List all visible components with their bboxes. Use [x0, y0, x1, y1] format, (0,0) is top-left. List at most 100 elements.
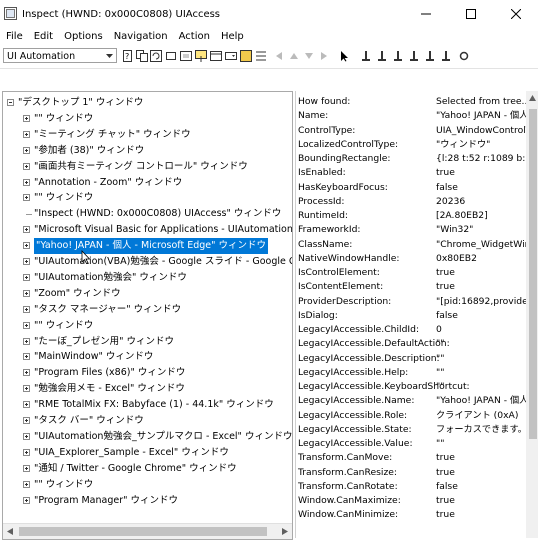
- property-row[interactable]: Window.CanMinimize: true: [296, 508, 536, 522]
- expand-icon[interactable]: [23, 417, 30, 424]
- expand-icon[interactable]: [23, 353, 30, 361]
- menu-item[interactable]: Help: [215, 28, 249, 45]
- action-5-icon[interactable]: [424, 50, 436, 62]
- expand-icon[interactable]: [23, 401, 30, 409]
- scroll-right-icon[interactable]: [282, 528, 288, 535]
- expand-icon[interactable]: [23, 305, 30, 313]
- dropdown-icon[interactable]: [225, 50, 237, 62]
- tree-item-label: "タスク マネージャー" ウィンドウ: [34, 303, 182, 315]
- property-row[interactable]: Transform.CanMove: true: [296, 451, 536, 465]
- property-row[interactable]: ControlType: UIA_WindowControlTypeId: [296, 124, 538, 138]
- action-3-icon[interactable]: [392, 50, 404, 62]
- expand-icon[interactable]: [23, 321, 30, 329]
- property-row[interactable]: BoundingRectangle: {l:28 t:52 r:1089 b:85…: [296, 152, 538, 166]
- property-row[interactable]: LegacyIAccessible.State: フォーカスできます。 (0x10…: [296, 423, 538, 437]
- action-6-icon[interactable]: [440, 50, 452, 62]
- navigate-next-icon[interactable]: [318, 50, 330, 62]
- maximize-button[interactable]: [448, 0, 493, 28]
- expand-icon[interactable]: [23, 242, 30, 250]
- rectangle-icon[interactable]: [165, 50, 177, 62]
- tree-horizontal-scrollbar[interactable]: [3, 523, 292, 539]
- property-row[interactable]: LegacyIAccessible.ChildId: 0: [296, 323, 536, 337]
- expand-icon[interactable]: [23, 385, 30, 393]
- property-row[interactable]: Transform.CanRotate: false: [296, 480, 536, 494]
- scroll-up-icon[interactable]: [529, 95, 536, 101]
- property-row[interactable]: ProcessId: 20236: [296, 195, 536, 209]
- property-row[interactable]: IsEnabled: true: [296, 166, 536, 180]
- highlight-icon[interactable]: [240, 50, 252, 62]
- element-tree[interactable]: "デスクトップ 1" ウィンドウ "" ウィンドウ "ミーティング チャット" ウィ…: [2, 91, 293, 540]
- tree-item-label: "Zoom" ウィンドウ: [34, 287, 121, 299]
- menu-item[interactable]: Navigation: [108, 28, 173, 45]
- property-row[interactable]: LegacyIAccessible.DefaultAction: "": [296, 337, 536, 351]
- property-row[interactable]: HasKeyboardFocus: false: [296, 181, 536, 195]
- tree-scroll-thumb[interactable]: [19, 527, 267, 536]
- menu-item[interactable]: File: [0, 28, 28, 45]
- property-row[interactable]: LegacyIAccessible.Role: クライアント (0xA): [296, 409, 536, 423]
- property-row[interactable]: ClassName: "Chrome_WidgetWin_1": [296, 238, 538, 252]
- property-row[interactable]: Transform.CanResize: true: [296, 466, 536, 480]
- properties-vertical-scrollbar[interactable]: [526, 91, 538, 538]
- property-row[interactable]: How found: Selected from tree...: [296, 95, 536, 109]
- copy-icon[interactable]: [136, 50, 148, 62]
- expand-icon[interactable]: [23, 178, 30, 186]
- menu-item[interactable]: Action: [173, 28, 215, 45]
- menu-item[interactable]: Options: [58, 28, 108, 45]
- expand-icon[interactable]: [23, 337, 30, 345]
- expand-icon[interactable]: [23, 480, 30, 488]
- property-name: LegacyIAccessible.Help:: [298, 366, 409, 378]
- property-row[interactable]: LocalizedControlType: "ウィンドウ": [296, 138, 536, 152]
- expand-icon[interactable]: [23, 464, 30, 472]
- expand-icon[interactable]: [23, 369, 30, 377]
- property-row[interactable]: LegacyIAccessible.KeyboardShortcut: "": [296, 380, 536, 394]
- minimize-button[interactable]: [403, 0, 448, 28]
- expand-icon[interactable]: [23, 114, 30, 122]
- window-icon[interactable]: [210, 50, 222, 62]
- property-row[interactable]: RuntimeId: [2A.80EB2]: [296, 209, 536, 223]
- expand-icon[interactable]: [23, 448, 30, 456]
- expand-icon[interactable]: [23, 273, 30, 281]
- property-row[interactable]: LegacyIAccessible.Help: "": [296, 366, 536, 380]
- property-row[interactable]: Window.CanMaximize: true: [296, 494, 536, 508]
- property-row[interactable]: IsDialog: false: [296, 309, 536, 323]
- navigate-first-icon[interactable]: [273, 50, 285, 62]
- action-2-icon[interactable]: [376, 50, 388, 62]
- action-4-icon[interactable]: [408, 50, 420, 62]
- refresh-icon[interactable]: [150, 50, 162, 62]
- properties-pane[interactable]: How found: Selected from tree... Name: "Yah…: [295, 91, 538, 538]
- expand-icon[interactable]: [23, 130, 30, 138]
- help-icon[interactable]: ?: [122, 50, 134, 62]
- property-row[interactable]: FrameworkId: "Win32": [296, 223, 536, 237]
- expand-icon[interactable]: [23, 226, 30, 234]
- property-row[interactable]: LegacyIAccessible.Description: "": [296, 352, 536, 366]
- settings-icon[interactable]: [458, 50, 470, 62]
- expand-icon[interactable]: [23, 194, 30, 202]
- property-row[interactable]: NativeWindowHandle: 0x80EB2: [296, 252, 536, 266]
- tree-item-label: "Inspect (HWND: 0x000C0808) UIAccess" ウィ…: [34, 208, 282, 220]
- property-row[interactable]: Name: "Yahoo! JAPAN - 個人 -: [296, 109, 536, 123]
- expand-icon[interactable]: [23, 432, 30, 440]
- frame-icon[interactable]: [180, 50, 192, 62]
- expand-icon[interactable]: [23, 162, 30, 170]
- expand-icon[interactable]: [23, 258, 30, 265]
- properties-scroll-thumb[interactable]: [529, 109, 537, 439]
- navigate-parent-icon[interactable]: [288, 50, 300, 62]
- collapse-icon[interactable]: [7, 99, 14, 106]
- mode-select[interactable]: UI Automation: [3, 48, 117, 63]
- tree-options-icon[interactable]: [255, 50, 267, 62]
- property-row[interactable]: IsControlElement: true: [296, 266, 536, 280]
- expand-icon[interactable]: [23, 496, 30, 504]
- scroll-left-icon[interactable]: [7, 528, 13, 535]
- property-row[interactable]: LegacyIAccessible.Name: "Yahoo! JAPAN - 個…: [296, 394, 536, 408]
- action-1-icon[interactable]: [360, 50, 372, 62]
- close-button[interactable]: [493, 0, 538, 28]
- expand-icon[interactable]: [23, 146, 30, 154]
- pointer-icon[interactable]: [338, 50, 350, 62]
- expand-icon[interactable]: [23, 289, 30, 297]
- property-row[interactable]: LegacyIAccessible.Value: "": [296, 437, 536, 451]
- navigate-child-icon[interactable]: [303, 50, 315, 62]
- property-row[interactable]: IsContentElement: true: [296, 280, 536, 294]
- property-row[interactable]: ProviderDescription: "[pid:16892,provider…: [296, 295, 538, 309]
- focus-tracking-icon[interactable]: [195, 50, 207, 62]
- menu-item[interactable]: Edit: [28, 28, 58, 45]
